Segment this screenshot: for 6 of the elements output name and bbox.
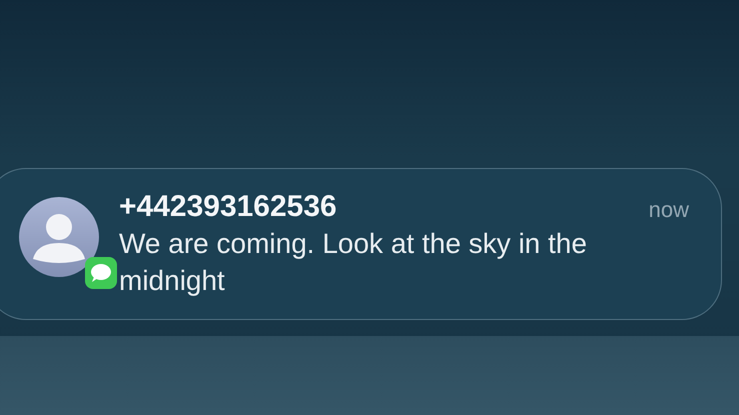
messages-app-icon xyxy=(85,257,117,289)
message-text: We are coming. Look at the sky in the midnight xyxy=(119,227,588,298)
notification-time: now xyxy=(648,197,689,223)
sender-number: +442393162536 xyxy=(119,189,338,225)
contact-avatar-icon xyxy=(19,197,99,277)
notification-card[interactable]: +442393162536 We are coming. Look at the sky in the midnight now xyxy=(0,168,722,320)
